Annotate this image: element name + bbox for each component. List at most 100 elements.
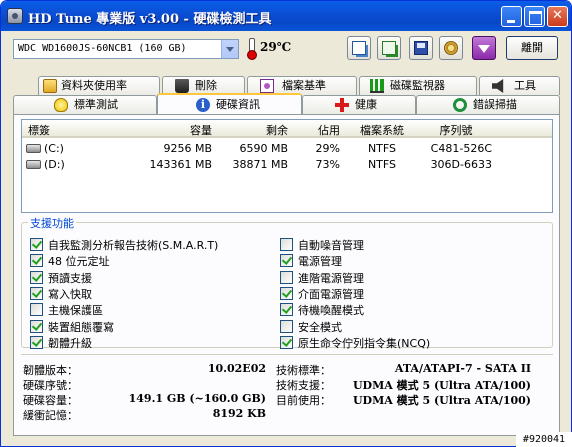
maximize-button[interactable] [524,6,545,27]
cell-label: (D:) [44,158,65,171]
current-mode-value: UDMA 模式 5 (Ultra ATA/100) [352,394,531,407]
buffer-value: 8192 KB [212,407,266,420]
feature-label: 電源管理 [298,255,342,269]
capacity-value: 149.1 GB (~160.0 GB) [128,392,266,405]
tab-label: 工具 [514,79,536,92]
watermark: #920041 [516,432,572,447]
title-bar[interactable]: HD Tune 專業版 v3.00 - 硬碟檢測工具 ✕ [1,1,571,31]
save-button[interactable] [409,36,433,60]
arrow-down-icon [477,41,491,55]
supported-features-group: 支援功能 自我監測分析報告技術(S.M.A.R.T) 48 位元定址 預讀支援 寫入快… [21,215,553,350]
buffer-label: 緩衝記憶： [23,409,78,422]
cell-serial: 306D-6633 [430,158,492,171]
feature-label: 主機保護區 [48,304,103,318]
copy-screenshot-button[interactable] [377,36,401,60]
cell-filesystem: NTFS [367,142,397,155]
column-header-filesystem[interactable]: 檔案系統 [350,122,414,138]
tab-error-scan[interactable]: 錯誤掃描 [416,95,560,114]
chevron-down-icon[interactable] [221,40,238,58]
tab-benchmark[interactable]: 標準測試 [13,95,157,114]
tab-disk-info[interactable]: i 硬碟資訊 [157,93,302,114]
hard-disk-icon [26,160,41,169]
feature-label: 安全模式 [298,320,342,334]
tab-disk-monitor[interactable]: 磁碟監視器 [359,76,477,95]
column-header-label[interactable]: 標簽 [28,122,50,138]
checkbox-unchecked[interactable] [280,319,293,333]
feature-label: 進階電源管理 [298,271,364,285]
serial-label: 硬碟序號： [23,379,78,392]
gear-icon [444,41,458,55]
supported-mode-value: UDMA 模式 5 (Ultra ATA/100) [352,379,531,392]
checkbox-checked[interactable] [30,254,43,268]
column-header-used[interactable]: 佔用 [292,122,340,138]
download-button[interactable] [472,36,496,60]
checkbox-checked[interactable] [280,254,293,268]
folder-icon [43,79,57,93]
column-header-capacity[interactable]: 容量 [142,122,212,138]
feature-label: 原生命令佇列指令集(NCQ) [298,336,431,350]
table-row[interactable]: (D:) 143361 MB 38871 MB 73% NTFS 306D-66… [22,157,552,173]
exit-button[interactable]: 離開 [506,36,558,60]
firmware-value: 10.02E02 [207,362,266,375]
checkbox-checked[interactable] [280,286,293,300]
tab-row-bottom: 標準測試 i 硬碟資訊 健康 錯誤掃描 [1,93,571,114]
cell-free: 6590 MB [239,142,288,155]
tab-health[interactable]: 健康 [302,95,416,114]
group-title: 支援功能 [28,215,76,231]
disk-info-panel: 標簽 容量 剩余 佔用 檔案系統 序列號 (C:) 9256 MB 6590 M… [13,114,560,436]
feature-label: 韌體升級 [48,336,92,350]
cell-used: 29% [315,142,340,155]
floppy-disk-icon [414,41,428,55]
cell-label: (C:) [44,142,64,155]
drive-details: 韌體版本： 10.02E02 硬碟序號： 硬碟容量： 149.1 GB (~16… [21,354,553,430]
copy-image-icon [382,41,396,55]
copy-text-button[interactable] [347,36,371,60]
cell-free: 38871 MB [232,158,288,171]
column-header-free[interactable]: 剩余 [218,122,288,138]
column-header-serial[interactable]: 序列號 [424,122,488,138]
checkbox-checked[interactable] [30,270,43,284]
checkbox-unchecked[interactable] [280,270,293,284]
document-icon [260,79,274,93]
cell-filesystem: NTFS [367,158,397,171]
tab-tools[interactable]: 工具 [479,76,560,95]
bar-chart-icon [370,79,384,93]
info-icon: i [196,98,210,112]
drive-select-value: WDC WD1600JS-60NCB1 (160 GB) [18,43,187,54]
checkbox-checked[interactable] [30,238,43,251]
checkbox-checked[interactable] [30,335,43,349]
speaker-icon [492,79,504,93]
feature-label: 自動噪音管理 [298,239,364,252]
current-mode-label: 目前使用： [276,394,331,407]
table-row[interactable]: (C:) 9256 MB 6590 MB 29% NTFS C481-526C [22,141,552,157]
checkbox-unchecked[interactable] [30,303,43,317]
checkbox-checked[interactable] [280,303,293,317]
checkbox-checked[interactable] [280,335,293,349]
tab-label: 資料夾使用率 [61,79,127,92]
cell-serial: C481-526C [430,142,492,155]
feature-label: 待機喚醒模式 [298,304,364,318]
supported-mode-label: 技術支援： [276,379,331,392]
trash-icon [175,79,189,93]
options-button[interactable] [439,36,463,60]
tab-folder-usage[interactable]: 資料夾使用率 [38,76,160,95]
cell-capacity: 9256 MB [163,142,212,155]
minimize-button[interactable] [501,6,522,27]
feature-label: 寫入快取 [48,287,92,301]
drive-select[interactable]: WDC WD1600JS-60NCB1 (160 GB) [13,39,239,59]
feature-label: 48 位元定址 [48,255,110,269]
feature-label: 介面電源管理 [298,287,364,301]
close-button[interactable]: ✕ [547,6,568,27]
toolbar: WDC WD1600JS-60NCB1 (160 GB) 29℃ 離開 [1,31,571,67]
thermometer-icon [247,38,257,60]
temperature-readout: 29℃ [260,40,291,54]
cell-capacity: 143361 MB [149,158,212,171]
hdtune-app-icon [7,8,23,24]
firmware-label: 韌體版本： [23,364,78,377]
checkbox-checked[interactable] [30,319,43,333]
checkbox-checked[interactable] [30,286,43,300]
checkbox-unchecked[interactable] [280,238,293,251]
temperature-unit: ℃ [276,40,292,54]
partition-list[interactable]: 標簽 容量 剩余 佔用 檔案系統 序列號 (C:) 9256 MB 6590 M… [21,119,553,213]
app-window: HD Tune 專業版 v3.00 - 硬碟檢測工具 ✕ WDC WD1600J… [0,0,572,447]
